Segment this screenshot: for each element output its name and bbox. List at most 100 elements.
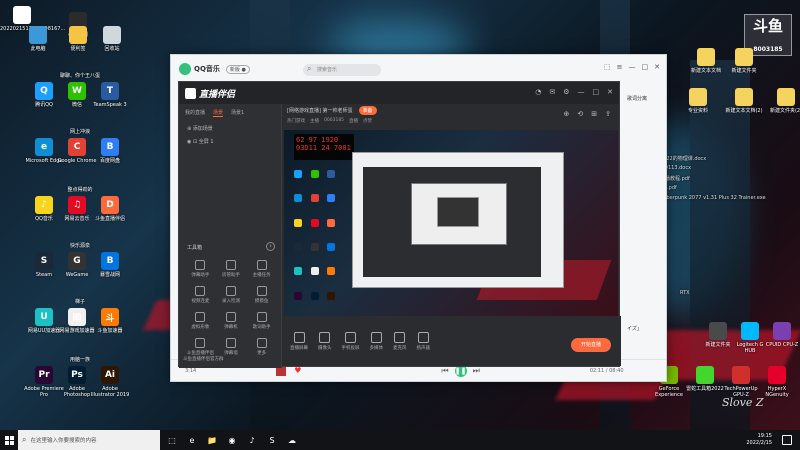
desktop-app-icon[interactable]: HyperX NGenuity [758,366,796,398]
qq-minimize-button[interactable]: — [629,63,636,71]
live-room-title[interactable]: [网络游戏直播] 第一帅老师蛋 [287,107,353,114]
tab-my-live[interactable]: 我的直播 [185,109,205,117]
start-button[interactable] [0,430,18,450]
app-logo-icon: ♫ [68,196,86,214]
notification-icon[interactable] [782,435,792,445]
live-status-badge[interactable]: 准备 [358,106,377,115]
live-footer-text[interactable]: 斗鱼直播伴侣官方群 [183,356,224,362]
source-button[interactable]: 多媒体 [370,331,383,351]
desktop-file-icon[interactable]: 新建文本文档 [686,48,726,74]
tool-label: 弹幕助手 [191,273,210,278]
source-button[interactable]: 摄像头 [318,331,332,351]
toolbox-item[interactable]: 虚拟形象 [185,312,216,330]
desktop-app-icon[interactable]: TechPowerUp GPU-Z [722,366,760,398]
taskbar-app-icon[interactable]: S [264,432,280,448]
system-clock[interactable]: 19:15 2022/2/15 [746,433,772,447]
taskbar-app-icon[interactable]: ♪ [244,432,260,448]
toolbox-item[interactable]: 弹幕助手 [185,260,216,278]
qq-search-input[interactable]: 搜索音乐 [303,64,381,76]
toolbox-more-icon[interactable]: › [266,242,275,251]
desktop-icon[interactable]: 回收站 [90,26,134,52]
desktop-file-name[interactable]: Cyberpunk 2077 v1.31 Plus 32 Trainer.exe [660,195,766,201]
qq-current-time: 3:14 [185,367,197,374]
preview-app-icon [310,291,319,300]
qq-menu-icon[interactable]: ≡ [617,63,623,71]
toolbox-item[interactable]: 主播任务 [246,260,277,278]
document-icon [13,6,31,24]
live-minimize-button[interactable]: — [578,88,585,96]
layout-icon[interactable]: ⊞ [591,110,597,118]
qq-version-badge[interactable]: 新版 ● [225,64,250,74]
taskbar-app-icon[interactable]: ⬚ [164,432,180,448]
taskbar-app-icon[interactable]: ☁ [284,432,300,448]
source-button[interactable]: 麦克风 [393,331,407,351]
desktop-app-icon[interactable]: D 斗鱼直播伴侣 [90,196,130,222]
like-icon[interactable]: ♥ [294,366,301,375]
start-live-button[interactable]: 开始直播 [571,338,611,352]
desktop-file-icon[interactable]: 新建文件夹(2) [766,88,800,114]
tab-scene-1[interactable]: 场景1 [231,109,244,117]
toolbox-item[interactable]: 歌词助手 [246,312,277,330]
desktop-app-icon[interactable]: 雷蛇工具箱2022 [686,366,724,392]
add-icon[interactable]: ⊕ [564,110,570,118]
toolbox-item[interactable]: 弹幕墙 [216,338,247,356]
app-logo-icon: 网 [68,308,86,326]
toolbox-item[interactable]: 弹幕机 [216,312,247,330]
app-logo-icon: S [35,252,53,270]
desktop-app-icon[interactable]: Ai Adobe Illustrator 2019 [90,366,130,398]
live-message-icon[interactable]: ✉ [549,88,555,96]
desktop-file-icon[interactable]: 新建文件夹 [724,48,764,74]
source-button[interactable]: 扬声器 [416,331,431,351]
computer-icon [29,26,47,44]
share-icon[interactable]: ⇪ [605,110,611,118]
desktop-icon-label: CPUID CPU-Z [765,342,799,348]
live-avatar-icon[interactable]: ◔ [535,88,541,96]
desktop-app-icon[interactable]: 斗斗鱼加速器 [90,308,130,334]
qq-titlebar[interactable]: QQ音乐 新版 ● [171,55,666,83]
toolbox-item[interactable]: 视频连麦 [185,286,216,304]
source-button[interactable]: 手机投屏 [342,331,360,351]
desktop-app-icon[interactable]: B 百度网盘 [90,138,130,164]
rtx-label: RTX [680,290,690,296]
taskbar-search[interactable]: ⌕ 在这里输入你要搜索的内容 [18,430,160,450]
live-settings-icon[interactable]: ⚙ [563,88,569,96]
source-button[interactable]: 直播屏幕 [290,331,308,351]
source-label: 扬声器 [416,345,431,351]
desktop-file-label: 新建文本文档 [690,68,721,74]
prev-icon[interactable]: ⏮ [441,366,448,376]
qq-skin-icon[interactable]: ⬚ [604,63,611,71]
next-icon[interactable]: ⏭ [473,366,480,376]
desktop-app-icon[interactable]: 新建文件夹 [700,322,736,348]
desktop-icon-label: 百度网盘 [99,158,120,164]
toolbox-item[interactable]: 更多 [246,338,277,356]
desktop-app-icon[interactable]: T TeamSpeak 3 [90,82,130,108]
rotate-icon[interactable]: ⟲ [577,110,583,118]
desktop-app-icon[interactable]: Logitech G HUB [732,322,768,354]
desktop-file-icon[interactable]: 新建文本文档(2) [724,88,764,114]
toolbox-item[interactable]: 录入检测 [216,286,247,304]
live-close-button[interactable]: ✕ [607,88,613,96]
tool-label: 歌词助手 [252,325,271,330]
toolbox-item[interactable]: 房管助手 [216,260,247,278]
toolbox-item[interactable]: 摸摸鱼 [246,286,277,304]
desktop-app-icon[interactable]: CPUID CPU-Z [764,322,800,348]
taskbar-app-icon[interactable]: e [184,432,200,448]
desktop-file-icon[interactable]: 专业资料 [678,88,718,114]
live-preview-canvas[interactable]: 62 97 1920 03D11 24 7001 [284,130,618,316]
tab-scene[interactable]: 场景 [213,109,224,117]
live-companion-window[interactable]: 直播伴侣 ◔ ✉ ⚙ — □ ✕ 我的直播 场景 场景1 ⊕ 添加场景 ◉ ⊡ … [178,81,621,368]
desktop-app-icon[interactable]: B 暴雪战网 [90,252,130,278]
qq-close-button[interactable]: ✕ [654,63,660,71]
tool-icon [225,260,236,270]
scene-source-row[interactable]: ◉ ⊡ 全屏 1 [179,135,281,148]
desktop-icon[interactable]: 此电脑 [16,26,60,52]
taskbar-app-icon[interactable]: 📁 [204,432,220,448]
qq-maximize-button[interactable]: □ [642,63,649,71]
desktop-icon-label: GeForce Experience [655,386,683,398]
toolbox-item[interactable]: 斗鱼直播伴侣 [185,338,216,356]
add-scene-button[interactable]: ⊕ 添加场景 [179,122,281,135]
taskbar-app-icon[interactable]: ◉ [224,432,240,448]
live-maximize-button[interactable]: □ [593,88,600,96]
app-logo-icon [741,322,759,340]
app-logo-icon: ♪ [35,196,53,214]
